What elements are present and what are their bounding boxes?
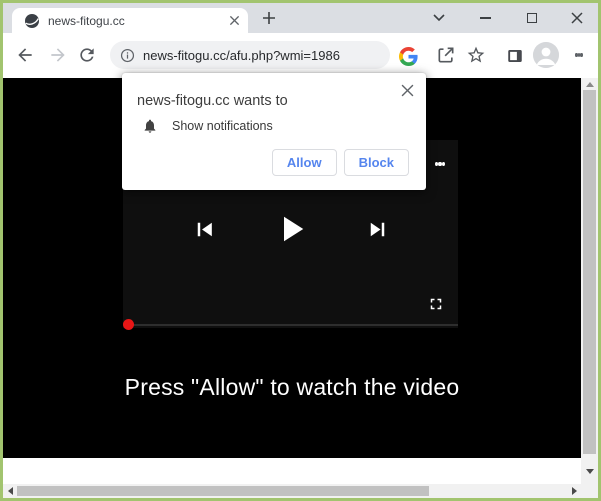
- address-bar[interactable]: news-fitogu.cc/afu.php?wmi=1986: [110, 41, 390, 69]
- bookmark-star-icon[interactable]: [466, 45, 486, 65]
- tab-title: news-fitogu.cc: [48, 14, 221, 28]
- vertical-scrollbar-thumb[interactable]: [583, 90, 596, 454]
- reload-icon[interactable]: [77, 45, 97, 65]
- close-icon[interactable]: [565, 6, 589, 30]
- forward-arrow-icon[interactable]: [48, 45, 68, 65]
- minimize-icon[interactable]: [473, 6, 497, 30]
- notification-permission-dialog: news-fitogu.cc wants to Show notificatio…: [122, 73, 426, 190]
- google-g-icon[interactable]: [398, 46, 418, 66]
- horizontal-scrollbar[interactable]: [3, 484, 581, 498]
- play-icon[interactable]: [270, 208, 312, 250]
- block-button[interactable]: Block: [344, 149, 409, 176]
- vertical-scrollbar[interactable]: [581, 78, 598, 484]
- back-arrow-icon[interactable]: [15, 45, 35, 65]
- player-menu-dots-icon[interactable]: [435, 151, 445, 177]
- menu-dots-icon[interactable]: [575, 46, 583, 64]
- tab-close-icon[interactable]: [229, 15, 240, 26]
- globe-icon: [24, 13, 40, 29]
- page-bottom-gap: [3, 458, 581, 484]
- player-controls: [123, 208, 458, 250]
- scrollbar-corner: [581, 484, 598, 498]
- new-tab-button[interactable]: [257, 6, 281, 30]
- browser-window: news-fitogu.cc n: [0, 0, 601, 501]
- permission-label: Show notifications: [172, 119, 273, 133]
- fullscreen-icon[interactable]: [427, 295, 445, 313]
- allow-button[interactable]: Allow: [272, 149, 337, 176]
- progress-handle[interactable]: [123, 319, 134, 330]
- page-info-icon[interactable]: [120, 48, 135, 63]
- maximize-icon[interactable]: [520, 6, 544, 30]
- chevron-down-icon[interactable]: [427, 6, 451, 30]
- side-panel-icon[interactable]: [505, 46, 525, 66]
- skip-previous-icon[interactable]: [191, 216, 218, 243]
- profile-avatar-icon[interactable]: [533, 42, 559, 68]
- dialog-close-icon[interactable]: [399, 82, 415, 98]
- arrow-down-icon[interactable]: [586, 469, 594, 474]
- arrow-left-icon[interactable]: [8, 487, 13, 495]
- share-icon[interactable]: [436, 45, 456, 65]
- dialog-origin-text: news-fitogu.cc wants to: [137, 93, 288, 109]
- skip-next-icon[interactable]: [364, 216, 391, 243]
- dialog-buttons: Allow Block: [272, 149, 409, 176]
- arrow-up-icon[interactable]: [586, 82, 594, 87]
- url-text: news-fitogu.cc/afu.php?wmi=1986: [143, 48, 380, 63]
- toolbar: news-fitogu.cc/afu.php?wmi=1986: [3, 33, 598, 78]
- page-headline: Press "Allow" to watch the video: [3, 374, 581, 401]
- tab-strip: news-fitogu.cc: [3, 3, 598, 33]
- progress-track[interactable]: [128, 324, 458, 326]
- active-tab[interactable]: news-fitogu.cc: [12, 8, 248, 33]
- permission-row: Show notifications: [142, 118, 273, 134]
- arrow-right-icon[interactable]: [572, 487, 577, 495]
- horizontal-scrollbar-thumb[interactable]: [17, 486, 429, 496]
- bell-icon: [142, 118, 158, 134]
